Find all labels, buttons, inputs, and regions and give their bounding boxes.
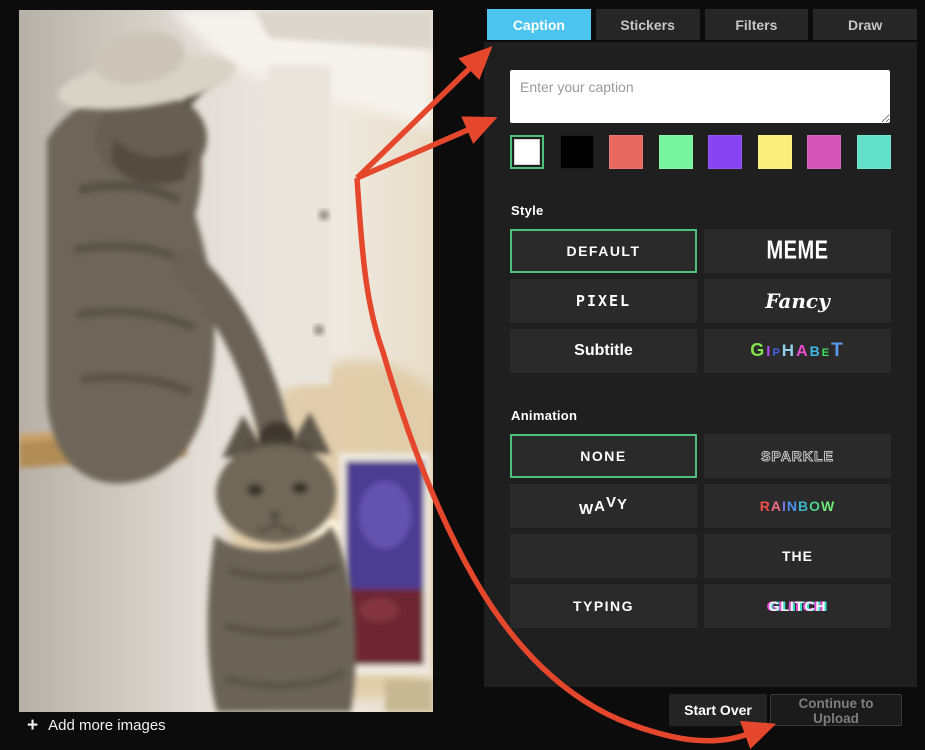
color-chip — [807, 135, 841, 169]
animation-section-label: Animation — [511, 408, 577, 423]
style-option-label: Subtitle — [574, 342, 633, 360]
animation-option-none[interactable]: NONE — [510, 434, 697, 478]
color-swatch-yellow[interactable] — [758, 135, 792, 169]
style-option-meme[interactable]: MEME — [704, 229, 891, 273]
animation-option-typing[interactable]: TYPING — [510, 584, 697, 628]
animation-option-label: THE — [782, 548, 813, 564]
color-swatch-orchid[interactable] — [807, 135, 841, 169]
animation-option-sparkle[interactable]: SPARKLE — [704, 434, 891, 478]
animation-option-label: RAINBOW — [760, 498, 836, 514]
animation-option-fade[interactable] — [510, 534, 697, 578]
animation-option-label: SPARKLE — [761, 448, 834, 464]
style-option-default[interactable]: DEFAULT — [510, 229, 697, 273]
color-chip — [609, 135, 643, 169]
color-chip — [758, 135, 792, 169]
color-swatch-black[interactable] — [560, 135, 594, 169]
style-option-label: Fancy — [765, 289, 829, 313]
cat-scene-illustration — [19, 10, 433, 712]
style-option-giphabet[interactable]: GIPHABET — [704, 329, 891, 373]
style-option-pixel[interactable]: PIXEL — [510, 279, 697, 323]
add-more-images-button[interactable]: + Add more images — [27, 716, 166, 735]
color-swatch-white[interactable] — [510, 135, 544, 169]
add-more-images-label: Add more images — [48, 717, 166, 734]
editor-tabs: Caption Stickers Filters Draw — [487, 9, 917, 40]
gif-editor-page: + Add more images Caption Stickers Filte… — [0, 0, 925, 750]
style-option-label: GIPHABET — [750, 340, 844, 362]
style-option-fancy[interactable]: Fancy — [704, 279, 891, 323]
caption-color-swatches — [510, 135, 891, 169]
animation-option-the[interactable]: THE — [704, 534, 891, 578]
color-swatch-spring-green[interactable] — [659, 135, 693, 169]
style-section-label: Style — [511, 203, 544, 218]
animation-option-label: WAVY — [579, 498, 628, 515]
tab-draw[interactable]: Draw — [813, 9, 917, 40]
color-swatch-salmon[interactable] — [609, 135, 643, 169]
style-option-subtitle[interactable]: Subtitle — [510, 329, 697, 373]
animation-option-wavy[interactable]: WAVY — [510, 484, 697, 528]
continue-to-upload-button[interactable]: Continue to Upload — [770, 694, 902, 726]
color-chip — [659, 135, 693, 169]
animation-options-grid: NONE SPARKLE WAVY RAINBOW THE TYPING GLI… — [510, 434, 891, 628]
color-chip — [560, 135, 594, 169]
start-over-button[interactable]: Start Over — [669, 694, 767, 726]
style-option-label: PIXEL — [576, 292, 631, 310]
color-chip — [708, 135, 742, 169]
animation-option-label: GLITCH — [768, 598, 826, 614]
color-chip — [857, 135, 891, 169]
tab-caption[interactable]: Caption — [487, 9, 591, 40]
plus-icon: + — [27, 716, 38, 735]
animation-option-glitch[interactable]: GLITCH — [704, 584, 891, 628]
caption-panel: Style DEFAULT MEME PIXEL Fancy Subtitle … — [484, 42, 917, 687]
animation-option-label: TYPING — [573, 598, 634, 614]
tab-stickers[interactable]: Stickers — [596, 9, 700, 40]
color-chip — [514, 139, 540, 165]
animation-option-rainbow[interactable]: RAINBOW — [704, 484, 891, 528]
color-swatch-purple[interactable] — [708, 135, 742, 169]
gif-preview — [19, 10, 433, 712]
style-options-grid: DEFAULT MEME PIXEL Fancy Subtitle GIPHAB… — [510, 229, 891, 373]
style-option-label: MEME — [767, 236, 829, 266]
caption-input[interactable] — [510, 70, 890, 123]
tab-filters[interactable]: Filters — [705, 9, 809, 40]
style-option-label: DEFAULT — [566, 243, 640, 259]
animation-option-label: NONE — [580, 448, 626, 464]
color-swatch-turquoise[interactable] — [857, 135, 891, 169]
